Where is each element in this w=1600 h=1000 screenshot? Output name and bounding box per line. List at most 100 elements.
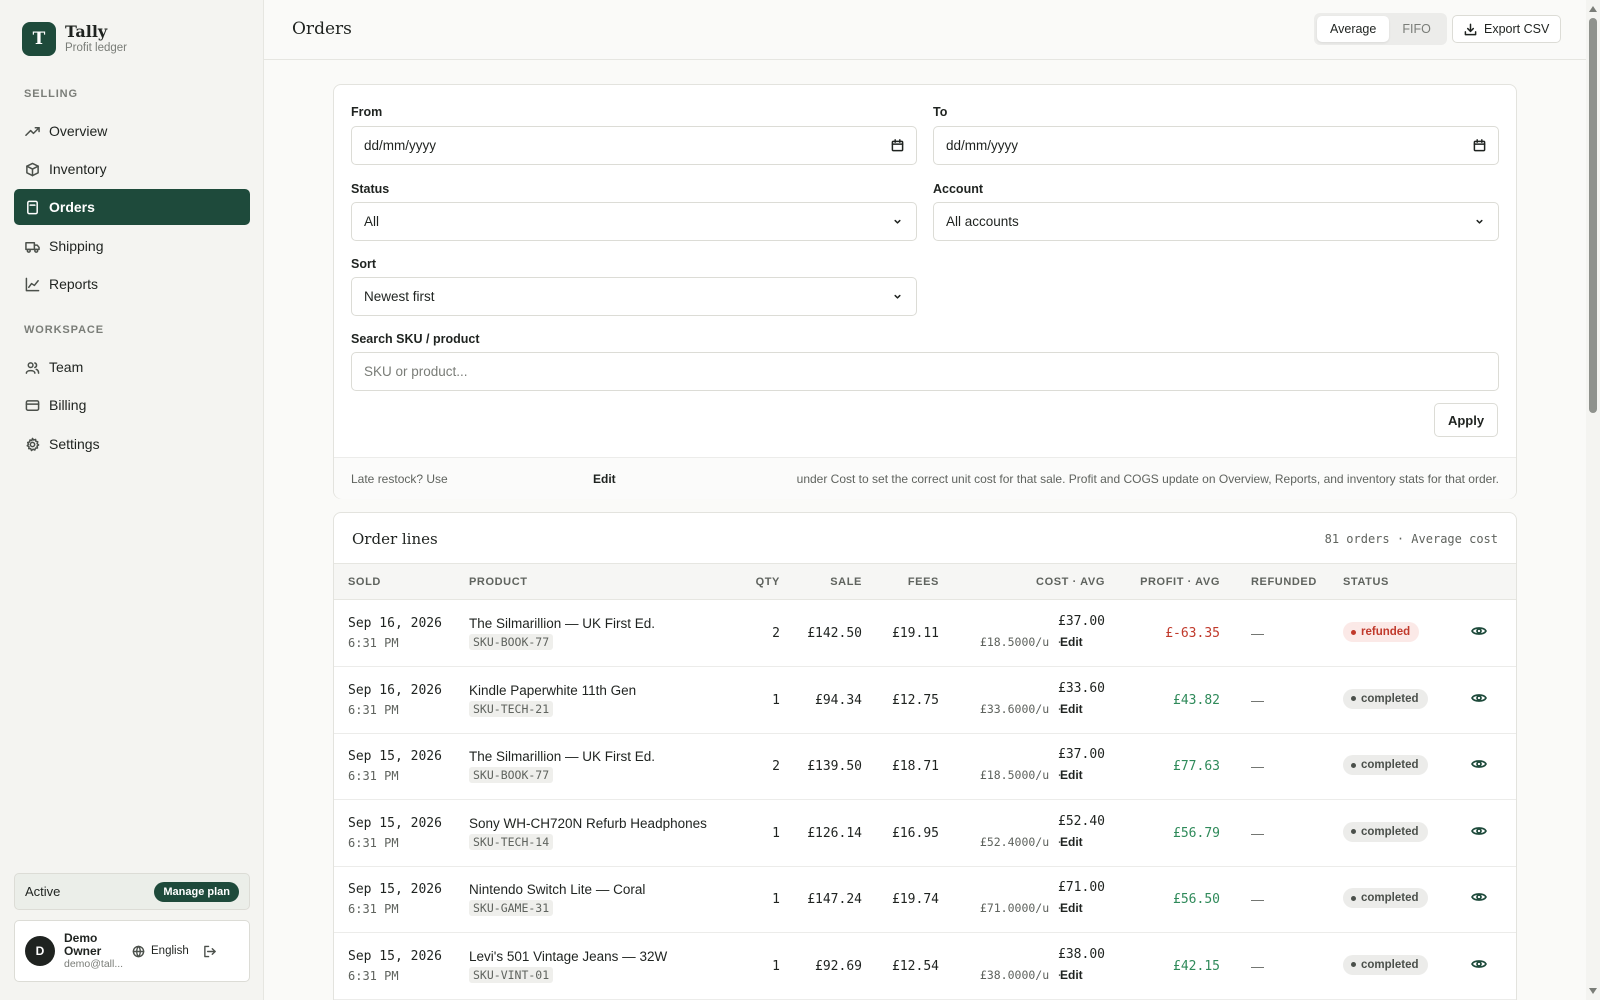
from-date-value: dd/mm/yyyy [364, 138, 437, 153]
language-switcher[interactable]: English [132, 945, 189, 958]
product-sku: SKU-TECH-21 [469, 700, 554, 717]
to-date-input[interactable]: dd/mm/yyyy [933, 126, 1499, 165]
refunded-value: — [1251, 626, 1264, 641]
sidebar-item-inventory[interactable]: Inventory [14, 151, 250, 187]
table-row[interactable]: Sep 16, 2026 6:31 PM The Silmarillion — UK… [334, 601, 1516, 667]
view-order-eye-icon[interactable] [1470, 822, 1488, 840]
column-header-refunded[interactable]: REFUNDED [1251, 576, 1317, 588]
edit-cost-button[interactable]: Edit [1060, 635, 1083, 649]
sold-date: Sep 15, 2026 [348, 815, 442, 831]
column-header-sale[interactable]: SALE [830, 576, 862, 588]
cost-value: £38.00 [1058, 946, 1105, 962]
table-row[interactable]: Sep 15, 2026 6:31 PM Levi's 501 Vintage Je… [334, 934, 1516, 1000]
sort-select[interactable]: Newest first [351, 277, 917, 316]
product-sku: SKU-BOOK-77 [469, 634, 554, 650]
scroll-down-arrow-icon[interactable] [1589, 988, 1597, 994]
unit-cost-value: £71.0000/u · [979, 901, 1063, 915]
logout-icon[interactable] [203, 945, 216, 958]
scroll-thumb[interactable] [1589, 18, 1597, 413]
status-label: completed [1361, 825, 1419, 838]
product-name: The Silmarillion — UK First Ed. [469, 616, 656, 631]
to-date-value: dd/mm/yyyy [946, 138, 1019, 153]
sidebar-item-label: Reports [49, 276, 99, 292]
chevron-down-icon [1473, 215, 1486, 228]
status-select[interactable]: All [351, 202, 917, 241]
sidebar-item-reports[interactable]: Reports [14, 266, 250, 302]
from-date-input[interactable]: dd/mm/yyyy [351, 126, 917, 165]
fees-value: £18.71 [892, 759, 939, 774]
sort-label: Sort [351, 257, 376, 271]
scroll-up-arrow-icon[interactable] [1589, 6, 1597, 12]
avatar[interactable]: D [25, 936, 55, 966]
column-header-profit[interactable]: PROFIT · AVG [1140, 576, 1220, 588]
view-order-eye-icon[interactable] [1470, 622, 1488, 640]
cost-mode-average[interactable]: Average [1317, 16, 1390, 42]
calendar-icon [1473, 139, 1486, 152]
sold-time: 6:31 PM [348, 968, 399, 983]
brand[interactable]: T Tally Profit ledger [22, 22, 127, 56]
product-sku: SKU-VINT-01 [469, 966, 554, 983]
users-icon [24, 359, 40, 375]
view-order-eye-icon[interactable] [1470, 888, 1488, 906]
refunded-value: — [1251, 958, 1264, 974]
receipt-icon [24, 199, 40, 215]
sidebar-item-orders[interactable]: Orders [14, 189, 250, 225]
edit-cost-button[interactable]: Edit [1060, 835, 1083, 849]
sold-time: 6:31 PM [348, 835, 399, 850]
sidebar-item-billing[interactable]: Billing [14, 387, 250, 423]
table-row[interactable]: Sep 16, 2026 6:31 PM Kindle Paperwhite 11t… [334, 668, 1516, 734]
account-select[interactable]: All accounts [933, 202, 1499, 241]
sold-time: 6:31 PM [348, 769, 399, 783]
column-header-product[interactable]: PRODUCT [469, 576, 528, 588]
sidebar-item-overview[interactable]: Overview [14, 113, 250, 149]
view-order-eye-icon[interactable] [1470, 689, 1488, 707]
chevron-down-icon [891, 215, 904, 228]
gear-icon [24, 436, 40, 452]
column-header-sold[interactable]: SOLD [348, 576, 381, 588]
table-row[interactable]: Sep 15, 2026 6:31 PM Sony WH-CH720N Refurb… [334, 801, 1516, 867]
table-row[interactable]: Sep 15, 2026 6:31 PM Nintendo Switch Lite … [334, 867, 1516, 933]
hint-edit-link[interactable]: Edit [593, 472, 616, 486]
table-row[interactable]: Sep 15, 2026 6:31 PM The Silmarillion — UK… [334, 734, 1516, 800]
search-placeholder: SKU or product... [364, 364, 468, 379]
sale-value: £147.24 [807, 892, 862, 907]
status-dot-icon [1351, 762, 1356, 768]
column-header-qty[interactable]: QTY [756, 576, 780, 588]
sidebar-item-team[interactable]: Team [14, 349, 250, 385]
edit-cost-button[interactable]: Edit [1060, 702, 1083, 716]
edit-cost-button[interactable]: Edit [1060, 968, 1083, 982]
view-order-eye-icon[interactable] [1470, 955, 1488, 973]
status-badge: completed [1343, 888, 1428, 908]
product-name: Kindle Paperwhite 11th Gen [469, 682, 637, 698]
view-order-eye-icon[interactable] [1470, 755, 1488, 773]
edit-cost-button[interactable]: Edit [1060, 768, 1083, 782]
sold-date: Sep 16, 2026 [348, 682, 442, 698]
fees-value: £12.75 [892, 692, 939, 708]
status-dot-icon [1351, 696, 1356, 701]
apply-button[interactable]: Apply [1434, 403, 1498, 437]
sidebar-item-settings[interactable]: Settings [14, 426, 250, 462]
sale-value: £126.14 [807, 825, 862, 841]
refunded-value: — [1251, 825, 1264, 841]
cost-mode-fifo[interactable]: FIFO [1389, 16, 1443, 42]
truck-icon [24, 238, 40, 254]
column-header-cost[interactable]: COST · AVG [1036, 576, 1105, 588]
user-box: D Demo Owner demo@tall... English [14, 920, 250, 982]
profit-value: £42.15 [1173, 958, 1220, 974]
fees-value: £19.74 [892, 892, 939, 907]
column-header-status[interactable]: STATUS [1343, 576, 1389, 588]
edit-cost-button[interactable]: Edit [1060, 901, 1083, 915]
from-label: From [351, 105, 383, 119]
search-input[interactable]: SKU or product... [351, 352, 1499, 391]
sidebar-item-label: Overview [49, 123, 108, 139]
status-label: refunded [1361, 626, 1411, 638]
manage-plan-button[interactable]: Manage plan [154, 881, 239, 902]
export-csv-button[interactable]: Export CSV [1452, 15, 1562, 43]
filters-card: From dd/mm/yyyy To dd/mm/yyyy Status All… [333, 84, 1517, 499]
sidebar: T Tally Profit ledger SELLING Overview I… [0, 0, 264, 1000]
unit-cost-value: £38.0000/u · [979, 967, 1063, 982]
sidebar-item-shipping[interactable]: Shipping [14, 228, 250, 264]
column-header-fees[interactable]: FEES [908, 576, 939, 588]
page-scrollbar[interactable] [1586, 0, 1600, 1000]
sold-time: 6:31 PM [348, 702, 399, 717]
